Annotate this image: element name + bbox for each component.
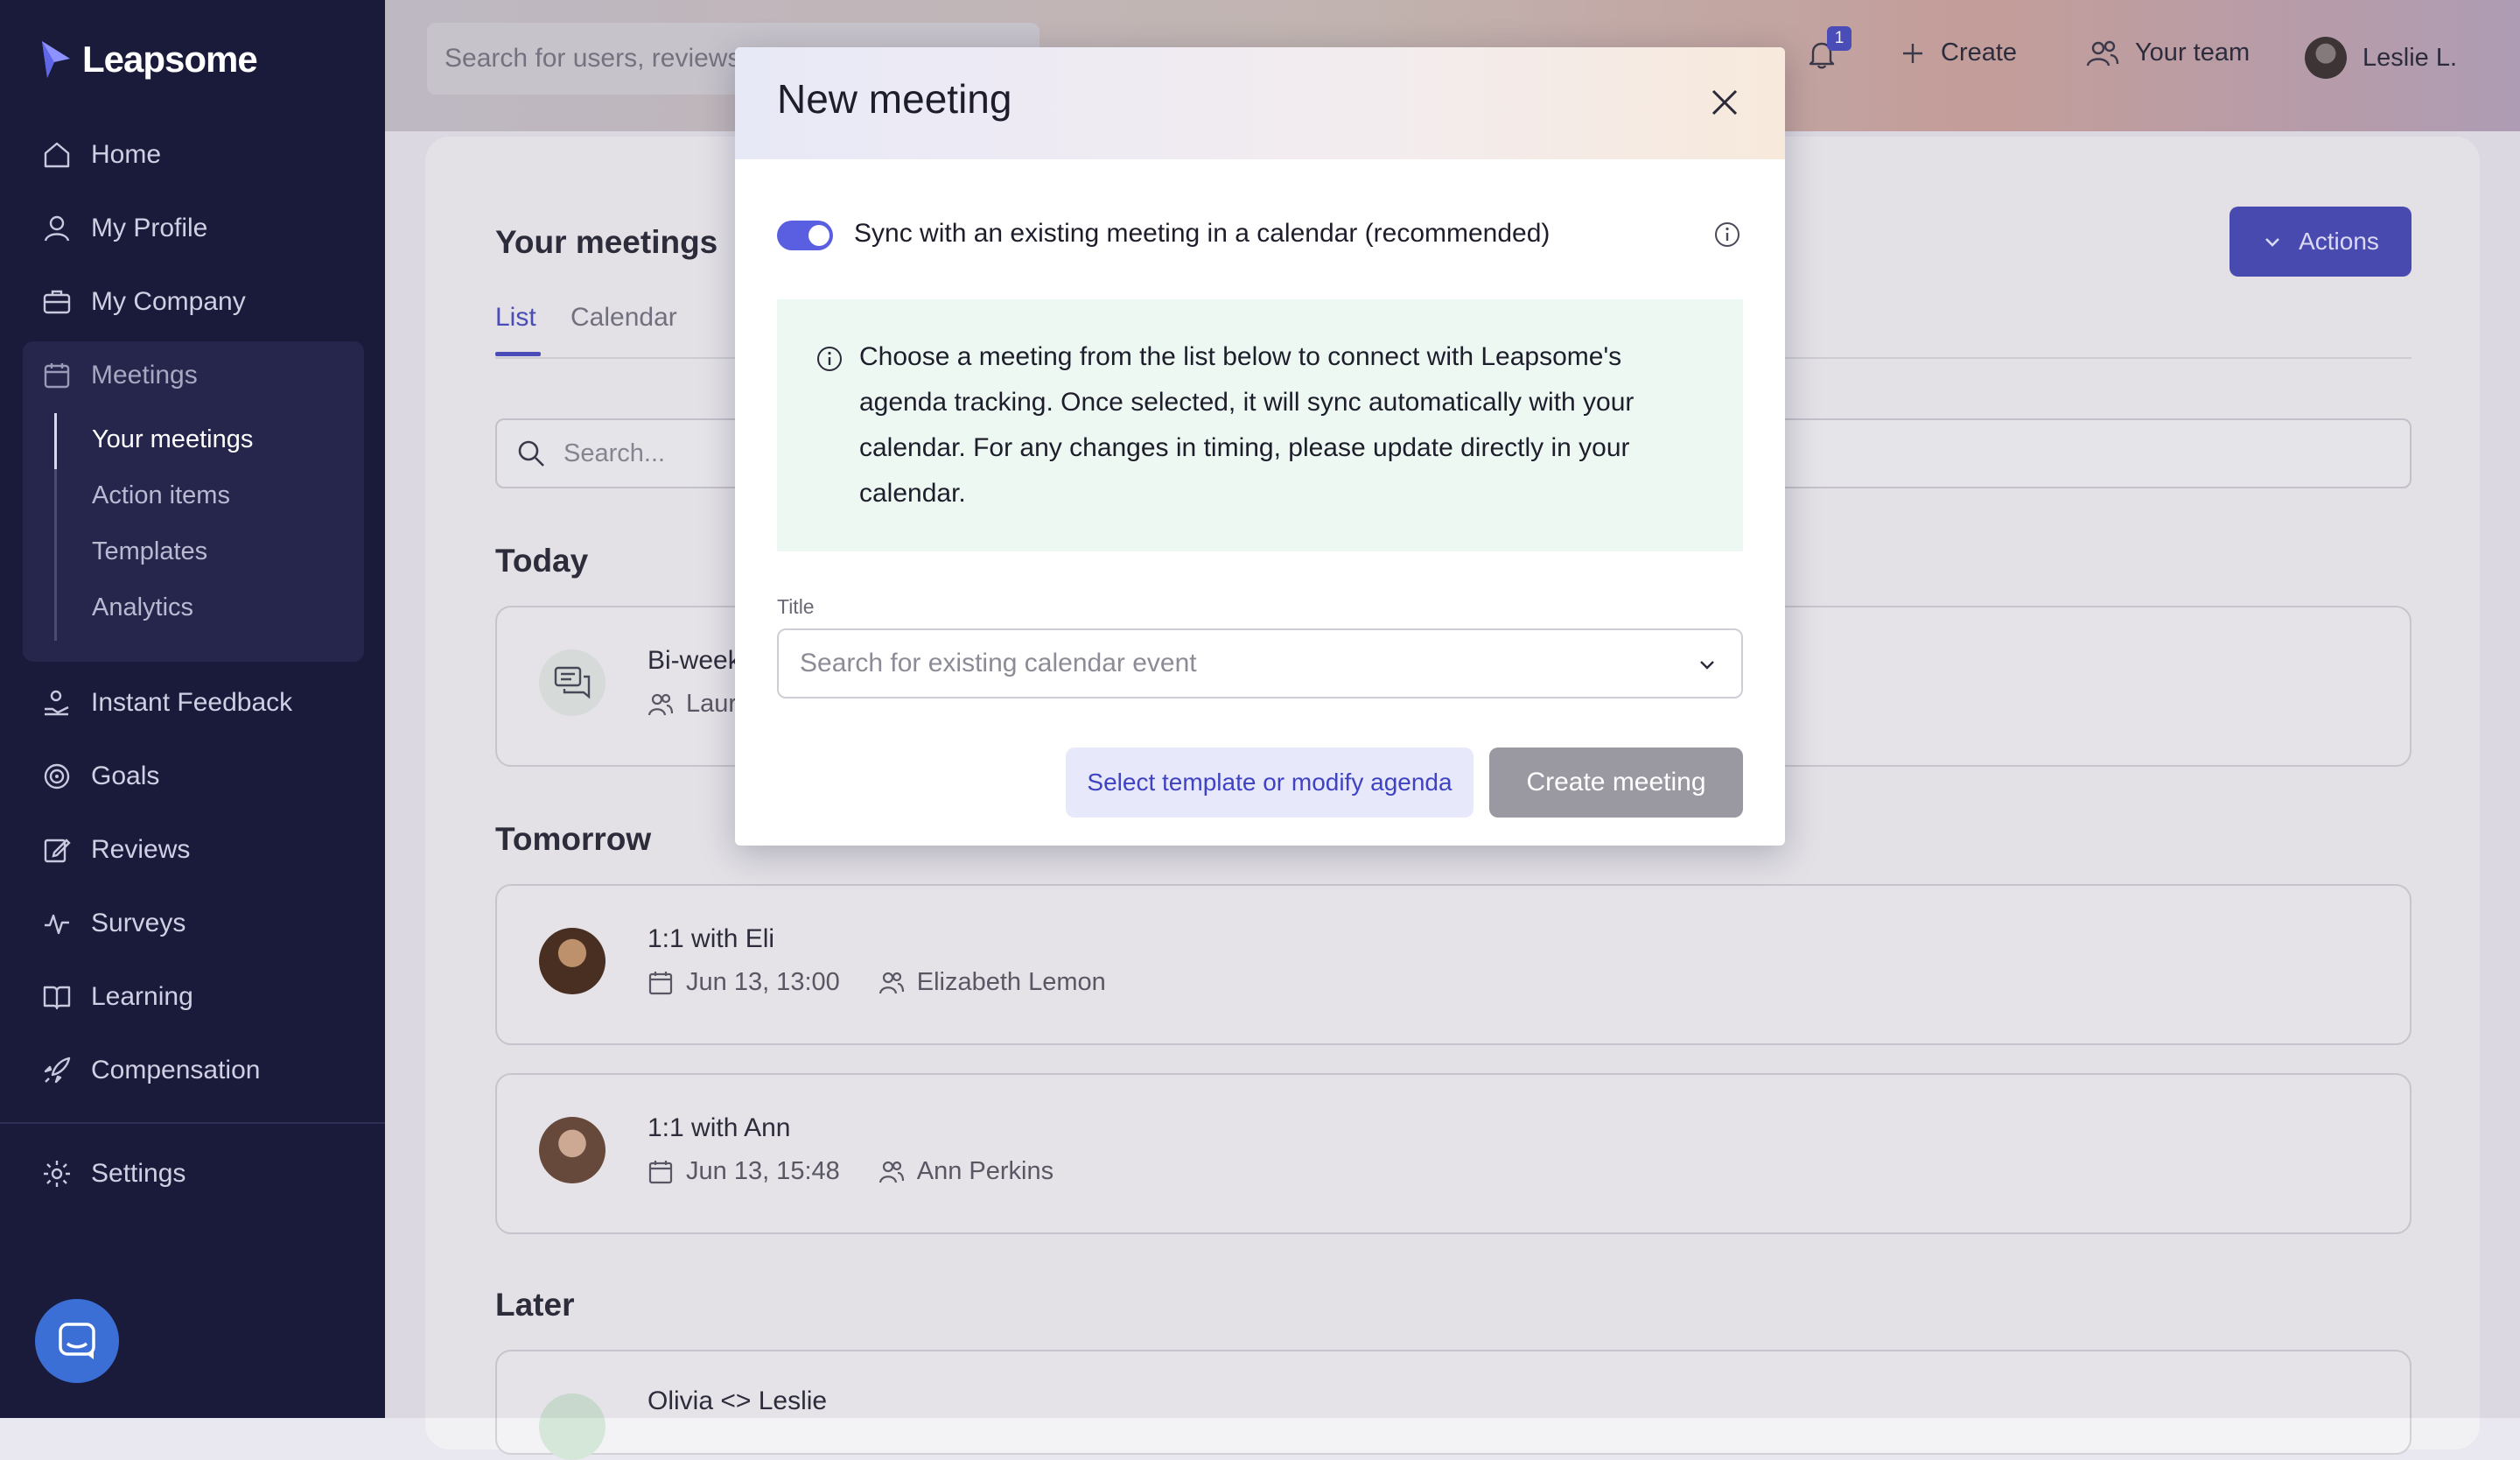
new-meeting-modal: New meeting Sync with an existing meetin… <box>735 47 1785 846</box>
chevron-down-icon <box>1700 661 1714 670</box>
sidebar-item-label: Surveys <box>91 909 186 937</box>
active-subnav-marker <box>54 413 57 469</box>
meetings-icon <box>44 363 70 389</box>
brand-name: Leapsome <box>82 39 258 80</box>
sidebar-item-label: Meetings <box>91 361 198 390</box>
close-icon <box>1712 89 1738 116</box>
sync-calendar-label: Sync with an existing meeting in a calen… <box>854 219 1550 248</box>
support-chat-button[interactable] <box>35 1299 119 1383</box>
sidebar-item-label: My Company <box>91 287 246 316</box>
title-field-label: Title <box>777 595 815 618</box>
sidebar-item-label: Instant Feedback <box>91 688 293 717</box>
create-meeting-button[interactable]: Create meeting <box>1489 748 1743 818</box>
sidebar-divider <box>0 1122 385 1124</box>
sidebar-item-surveys[interactable]: Surveys <box>42 902 186 945</box>
modal-close-button[interactable] <box>1703 81 1746 124</box>
sidebar-item-my-profile[interactable]: My Profile <box>42 207 207 250</box>
sidebar-item-instant-feedback[interactable]: Instant Feedback <box>42 681 292 725</box>
subnav-your-meetings[interactable]: Your meetings <box>92 425 253 454</box>
meetings-subnav: Your meetings Action items Templates Ana… <box>54 413 253 641</box>
sidebar-item-my-company[interactable]: My Company <box>42 280 246 324</box>
sidebar-item-meetings[interactable]: Meetings <box>42 354 198 397</box>
calendar-event-placeholder: Search for existing calendar event <box>800 649 1197 677</box>
target-icon <box>44 763 70 790</box>
info-callout: Choose a meeting from the list below to … <box>777 299 1743 551</box>
calendar-event-select[interactable]: Search for existing calendar event <box>777 628 1743 698</box>
subnav-templates[interactable]: Templates <box>92 537 207 566</box>
sidebar-item-label: Goals <box>91 762 160 790</box>
gear-icon <box>44 1161 70 1187</box>
sidebar-item-goals[interactable]: Goals <box>42 755 159 798</box>
sidebar-item-label: My Profile <box>91 214 208 242</box>
leapsome-logo-icon <box>42 41 70 78</box>
sidebar: Leapsome Your meetings Action items Temp… <box>0 0 385 1418</box>
home-icon <box>44 142 70 168</box>
book-icon <box>43 986 71 1010</box>
sidebar-item-learning[interactable]: Learning <box>42 975 193 1019</box>
sidebar-item-reviews[interactable]: Reviews <box>42 828 190 872</box>
rocket-icon <box>44 1056 71 1084</box>
sidebar-item-label: Learning <box>91 982 193 1011</box>
sidebar-item-home[interactable]: Home <box>42 133 161 177</box>
info-icon <box>817 347 842 371</box>
sync-info-button[interactable] <box>1713 221 1741 249</box>
briefcase-icon <box>43 290 71 314</box>
subnav-action-items[interactable]: Action items <box>92 481 230 510</box>
sync-calendar-toggle[interactable] <box>777 221 833 250</box>
brand-logo[interactable]: Leapsome <box>38 39 258 81</box>
sidebar-item-settings[interactable]: Settings <box>42 1152 186 1196</box>
sidebar-item-label: Settings <box>91 1159 186 1188</box>
edit-icon <box>44 839 71 863</box>
user-icon <box>44 215 70 242</box>
info-callout-text: Choose a meeting from the list below to … <box>859 342 1634 508</box>
sidebar-item-label: Compensation <box>91 1056 261 1084</box>
select-template-button[interactable]: Select template or modify agenda <box>1066 748 1474 818</box>
pulse-icon <box>45 914 69 935</box>
info-callout-icon-wrap <box>816 345 844 373</box>
feedback-icon <box>45 690 69 716</box>
chat-icon <box>59 1323 95 1359</box>
sidebar-item-compensation[interactable]: Compensation <box>42 1049 260 1092</box>
info-icon <box>1715 222 1740 247</box>
sidebar-item-label: Home <box>91 140 162 169</box>
sidebar-item-label: Reviews <box>91 835 191 864</box>
toggle-knob <box>808 225 830 246</box>
modal-title: New meeting <box>777 76 1012 122</box>
subnav-analytics[interactable]: Analytics <box>92 593 193 622</box>
